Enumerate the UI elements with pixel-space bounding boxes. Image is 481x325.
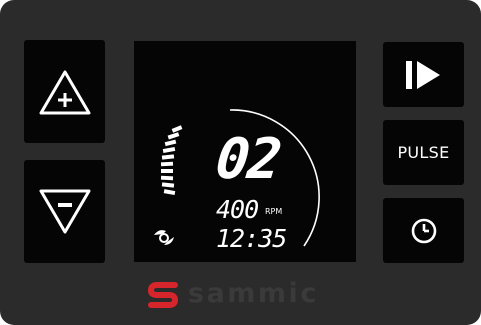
sammic-s-logo-icon (148, 281, 178, 308)
speed-bar-gauge (160, 125, 183, 196)
triangle-up-plus-icon (39, 70, 90, 114)
brand-name: sammic (188, 278, 319, 309)
start-stop-button[interactable] (383, 42, 464, 107)
rpm-unit-label: RPM (265, 207, 283, 216)
play-pause-icon (405, 60, 440, 89)
rpm-readout: 400 (216, 195, 259, 224)
rotation-direction-icon (154, 230, 174, 245)
speed-level-readout: 02 (212, 127, 283, 192)
timer-button[interactable] (383, 198, 464, 263)
pulse-button-label: PULSE (397, 143, 450, 162)
brand-logo: sammic (148, 278, 319, 309)
increase-speed-button[interactable] (24, 40, 105, 143)
lcd-display: 02 400 RPM 12:35 (134, 41, 356, 262)
decrease-speed-button[interactable] (24, 160, 105, 263)
timer-readout: 12:35 (216, 224, 287, 253)
triangle-down-minus-icon (39, 189, 90, 233)
control-panel: 02 400 RPM 12:35 PULSE sammic (0, 0, 481, 325)
clock-icon (411, 218, 436, 243)
pulse-button[interactable]: PULSE (383, 120, 464, 185)
